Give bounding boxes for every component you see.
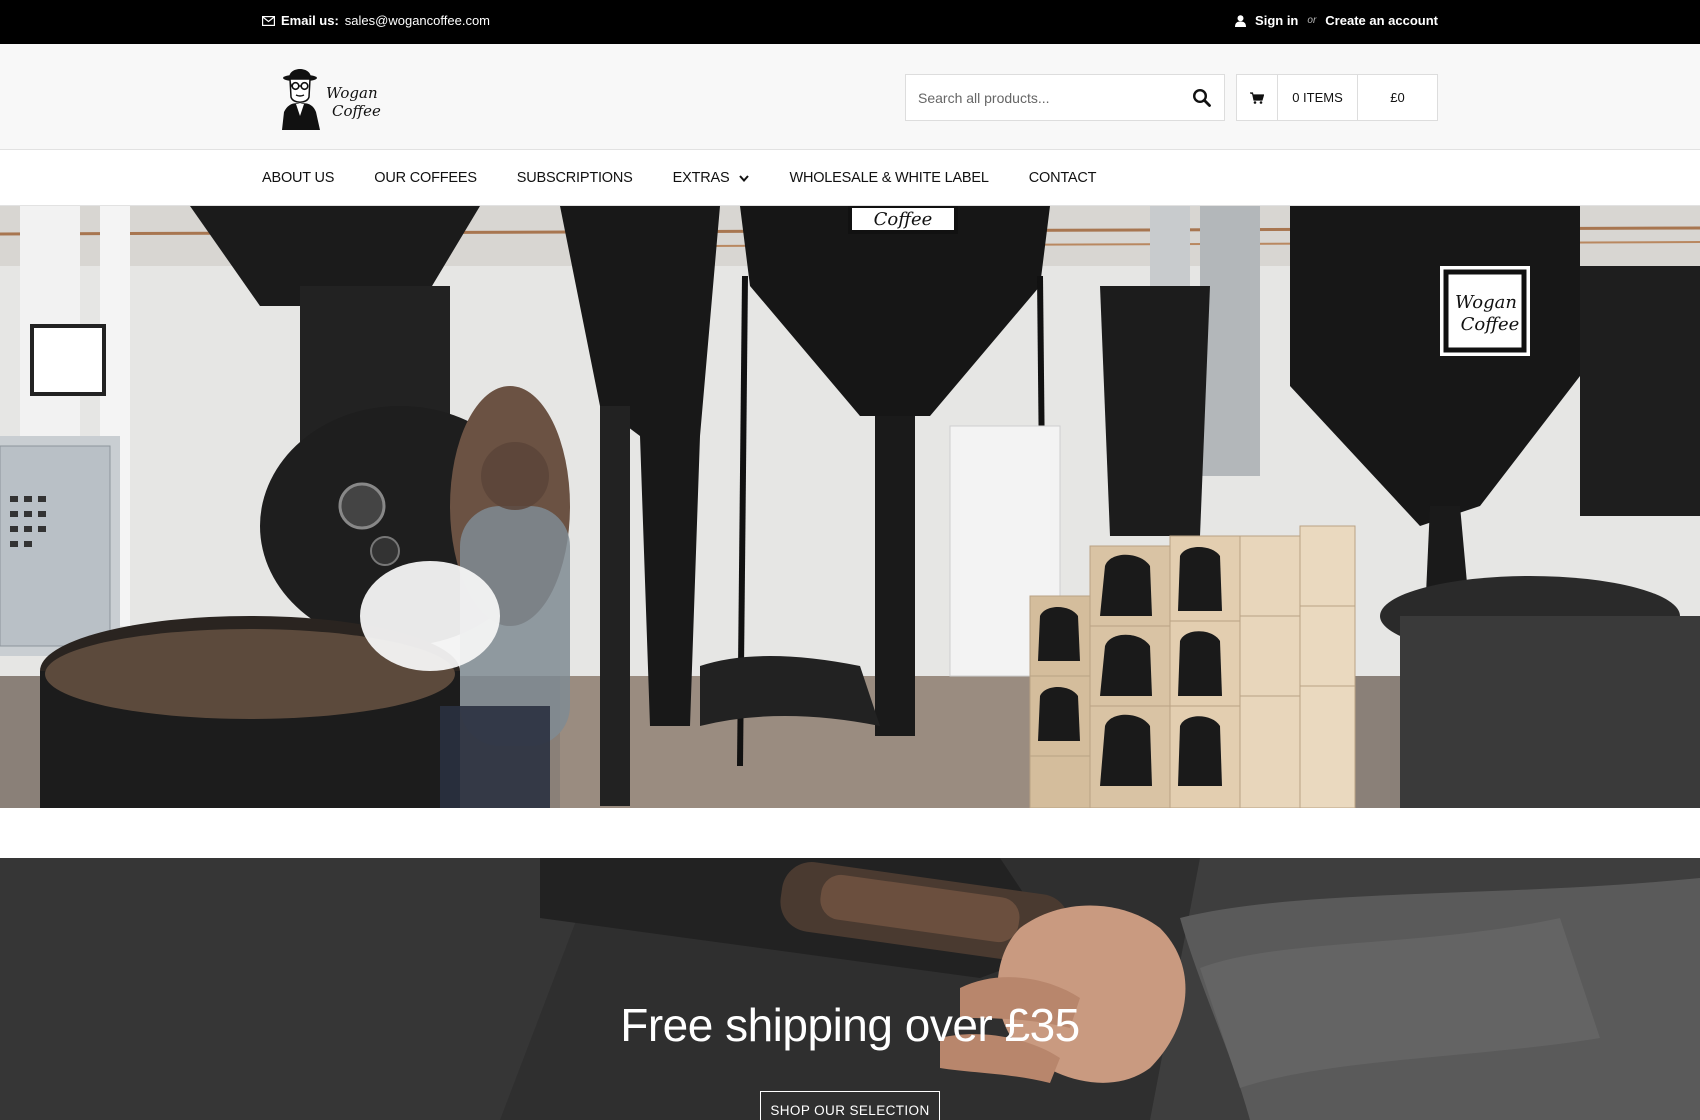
cart-widget[interactable]: 0 ITEMS £0 xyxy=(1236,74,1438,121)
cart-total[interactable]: £0 xyxy=(1358,75,1437,120)
email-label: Email us: xyxy=(281,13,339,28)
create-account-link[interactable]: Create an account xyxy=(1325,13,1438,28)
nav-item-contact[interactable]: CONTACT xyxy=(1029,170,1097,186)
site-header: Wogan Coffee 0 ITEMS £0 xyxy=(0,44,1700,150)
shop-selection-button[interactable]: SHOP OUR SELECTION xyxy=(760,1091,940,1120)
logo-line1: Wogan xyxy=(326,84,378,102)
nav-item-about-us[interactable]: ABOUT US xyxy=(262,170,334,186)
promo-title: Free shipping over £35 xyxy=(620,999,1080,1051)
envelope-icon xyxy=(262,15,275,26)
top-sign-text: Coffee xyxy=(874,209,933,230)
search-icon[interactable] xyxy=(1192,88,1212,108)
roastery-illustration: Coffee Wogan Coffee xyxy=(0,206,1700,808)
nav-item-extras[interactable]: EXTRAS xyxy=(673,170,750,186)
email-contact: Email us: sales@wogancoffee.com xyxy=(262,13,490,28)
main-nav: ABOUT US OUR COFFEES SUBSCRIPTIONS EXTRA… xyxy=(0,150,1700,206)
search-box xyxy=(905,74,1225,121)
user-icon xyxy=(1235,14,1247,27)
email-link[interactable]: sales@wogancoffee.com xyxy=(345,13,490,28)
cart-icon-cell[interactable] xyxy=(1237,75,1278,120)
top-bar: Email us: sales@wogancoffee.com Sign in … xyxy=(0,0,1700,44)
cart-item-count[interactable]: 0 ITEMS xyxy=(1278,75,1358,120)
logo-line2: Coffee xyxy=(332,102,381,120)
sign-in-link[interactable]: Sign in xyxy=(1255,13,1298,28)
silo-sign-line1: Wogan xyxy=(1455,292,1517,313)
hero-image: Coffee Wogan Coffee xyxy=(0,206,1700,808)
promo-background xyxy=(0,858,1700,1120)
chevron-down-icon xyxy=(739,174,750,182)
nav-item-subscriptions[interactable]: SUBSCRIPTIONS xyxy=(517,170,633,186)
account-links: Sign in or Create an account xyxy=(1235,13,1438,28)
silo-sign-line2: Coffee xyxy=(1461,314,1520,335)
promo-banner: Free shipping over £35 SHOP OUR SELECTIO… xyxy=(0,858,1700,1120)
cart-icon xyxy=(1250,91,1264,104)
nav-item-our-coffees[interactable]: OUR COFFEES xyxy=(374,170,477,186)
or-text: or xyxy=(1307,15,1317,26)
nav-item-wholesale[interactable]: WHOLESALE & WHITE LABEL xyxy=(789,170,988,186)
search-input[interactable] xyxy=(906,75,1166,120)
wogan-coffee-logo[interactable]: Wogan Coffee xyxy=(274,64,394,130)
